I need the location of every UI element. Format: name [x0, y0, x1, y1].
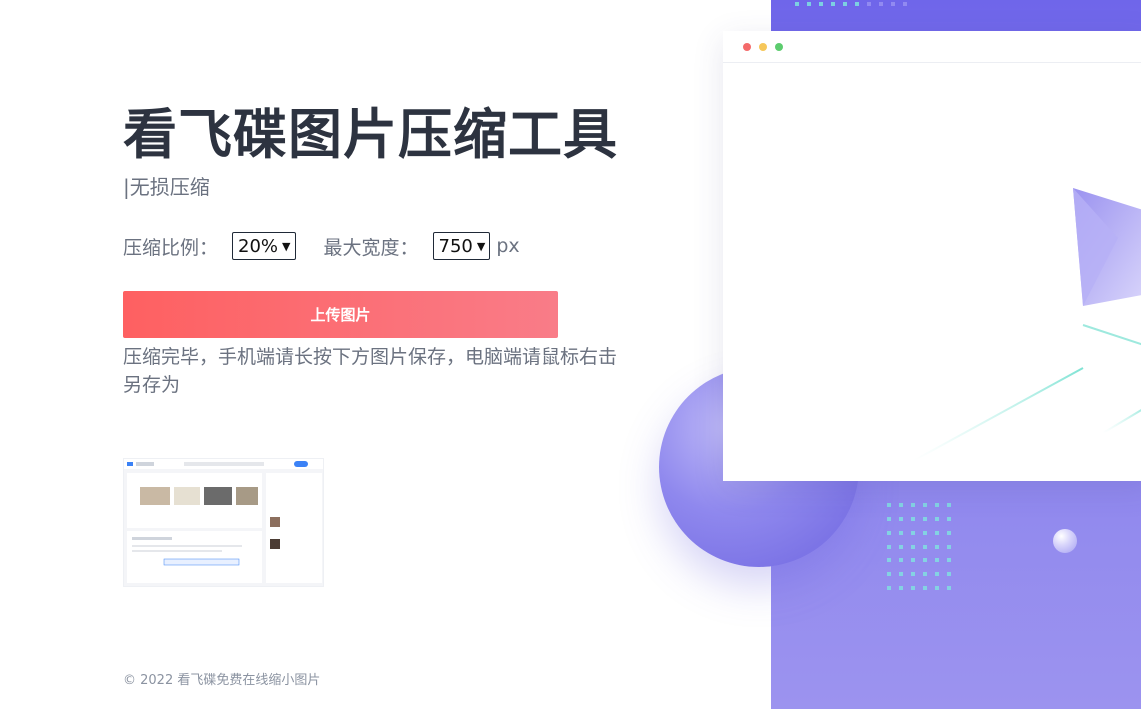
- chevron-down-icon: ▼: [282, 239, 291, 253]
- page-title: 看飞碟图片压缩工具: [123, 103, 618, 166]
- decorative-small-sphere: [1053, 529, 1077, 553]
- decorative-dots-top: [795, 2, 925, 8]
- paper-plane-illustration: [723, 63, 1141, 481]
- page-subtitle: |无损压缩: [123, 175, 210, 199]
- max-width-select-value: 750: [438, 235, 473, 257]
- width-unit: px: [496, 235, 520, 257]
- ratio-select[interactable]: 20% ▼: [232, 232, 296, 260]
- ratio-select-value: 20%: [238, 235, 279, 257]
- decorative-browser-window: [723, 31, 1141, 481]
- decorative-dot-grid: [887, 503, 957, 593]
- footer-copyright: © 2022 看飞碟免费在线缩小图片: [123, 673, 321, 688]
- window-maximize-dot-icon: [775, 43, 783, 51]
- max-width-select[interactable]: 750 ▼: [432, 232, 491, 260]
- upload-image-button[interactable]: 上传图片: [123, 291, 558, 338]
- ratio-label: 压缩比例：: [123, 236, 219, 259]
- browser-title-bar: [723, 31, 1141, 63]
- window-close-dot-icon: [743, 43, 751, 51]
- result-message: 压缩完毕，手机端请长按下方图片保存，电脑端请鼠标右击另存为: [123, 346, 618, 396]
- window-minimize-dot-icon: [759, 43, 767, 51]
- compressed-image-preview[interactable]: [123, 458, 324, 587]
- compression-controls: 压缩比例： 20% ▼ 最大宽度： 750 ▼ px: [123, 232, 520, 260]
- chevron-down-icon: ▼: [476, 239, 486, 253]
- max-width-label: 最大宽度：: [323, 236, 419, 259]
